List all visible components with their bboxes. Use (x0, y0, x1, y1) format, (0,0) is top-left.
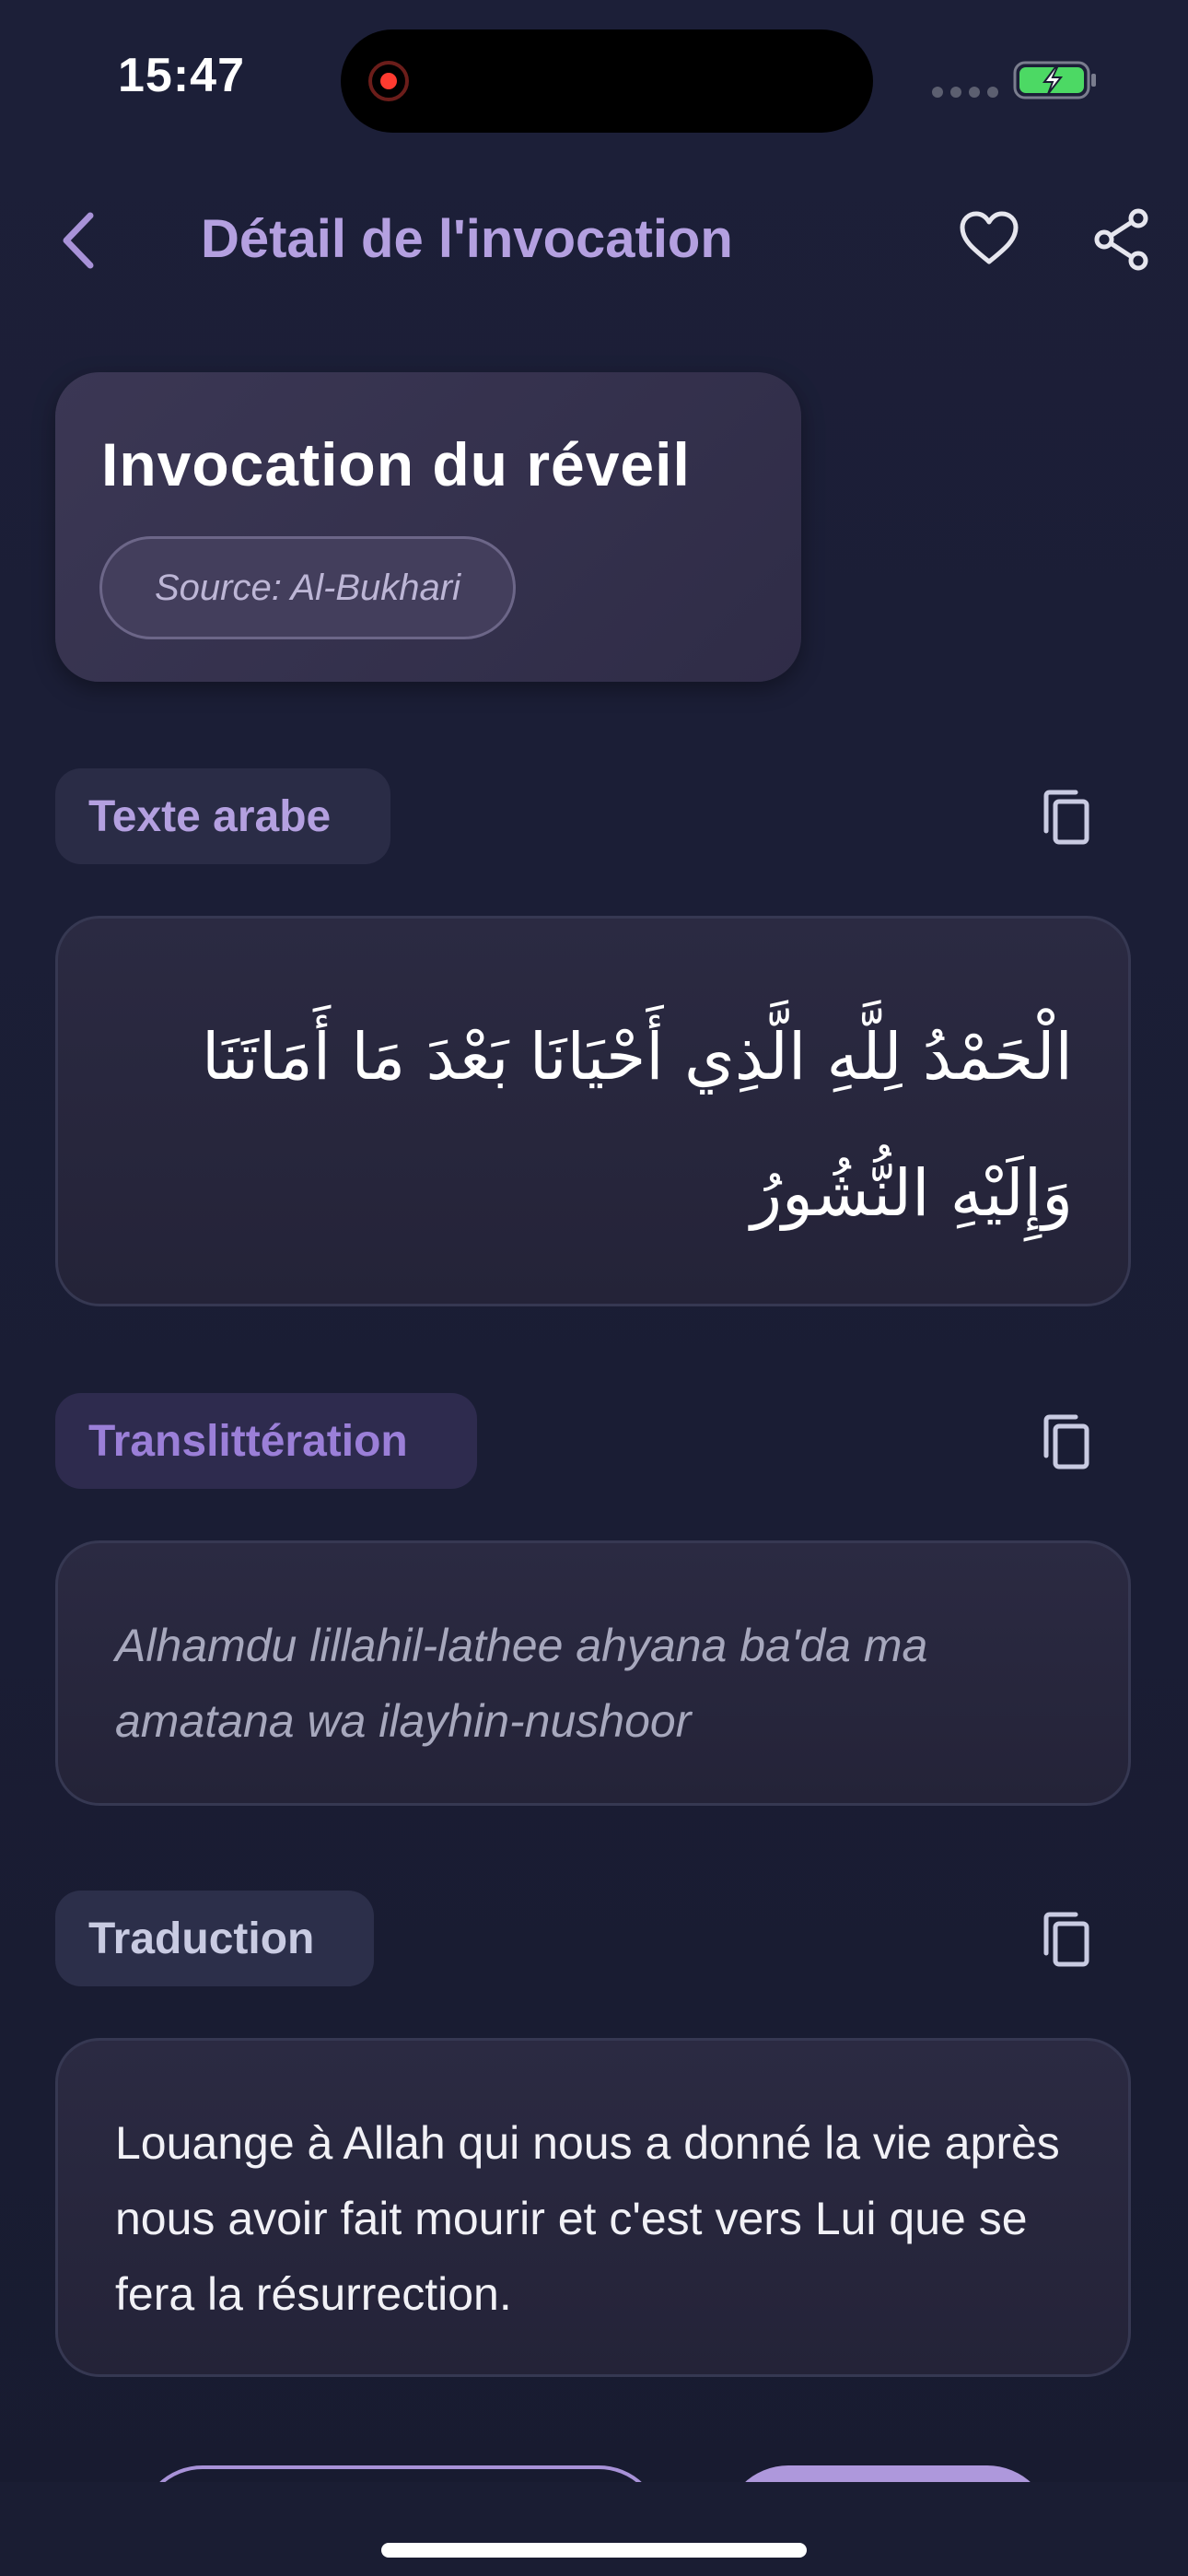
invocation-header-card: Invocation du réveil Source: Al-Bukhari (55, 372, 801, 682)
page-title: Détail de l'invocation (201, 209, 733, 269)
arabic-text-card: الْحَمْدُ لِلَّهِ الَّذِي أَحْيَانَا بَع… (55, 916, 1131, 1306)
arabic-text: الْحَمْدُ لِلَّهِ الَّذِي أَحْيَانَا بَع… (201, 1019, 1073, 1231)
section-label-translation: Traduction (55, 1891, 374, 1986)
transliteration-text: Alhamdu lillahil-lathee ahyana ba'da ma … (115, 1620, 928, 1747)
status-time: 15:47 (118, 49, 245, 102)
copy-translation-icon[interactable] (1039, 1911, 1094, 1970)
favorite-heart-icon[interactable] (958, 210, 1020, 267)
back-chevron-icon[interactable] (53, 208, 105, 273)
section-label-arabic: Texte arabe (55, 768, 390, 864)
invocation-title: Invocation du réveil (101, 430, 691, 498)
copy-arabic-icon[interactable] (1039, 789, 1094, 848)
share-icon[interactable] (1094, 208, 1149, 271)
bottom-safe-area (0, 2482, 1188, 2576)
home-indicator[interactable] (381, 2543, 807, 2558)
copy-transliteration-icon[interactable] (1039, 1413, 1094, 1472)
section-label-transliteration: Translittération (55, 1393, 477, 1489)
signal-icon (932, 87, 998, 98)
recording-indicator-icon (368, 61, 409, 101)
translation-card: Louange à Allah qui nous a donné la vie … (55, 2038, 1131, 2377)
source-badge: Source: Al-Bukhari (99, 536, 516, 639)
invocation-detail-screen: 15:47 Détail de l'invocation Invocation … (0, 0, 1188, 2576)
battery-charging-icon (1013, 61, 1096, 100)
transliteration-card: Alhamdu lillahil-lathee ahyana ba'da ma … (55, 1540, 1131, 1806)
translation-text: Louange à Allah qui nous a donné la vie … (115, 2117, 1060, 2320)
dynamic-island (341, 29, 873, 133)
